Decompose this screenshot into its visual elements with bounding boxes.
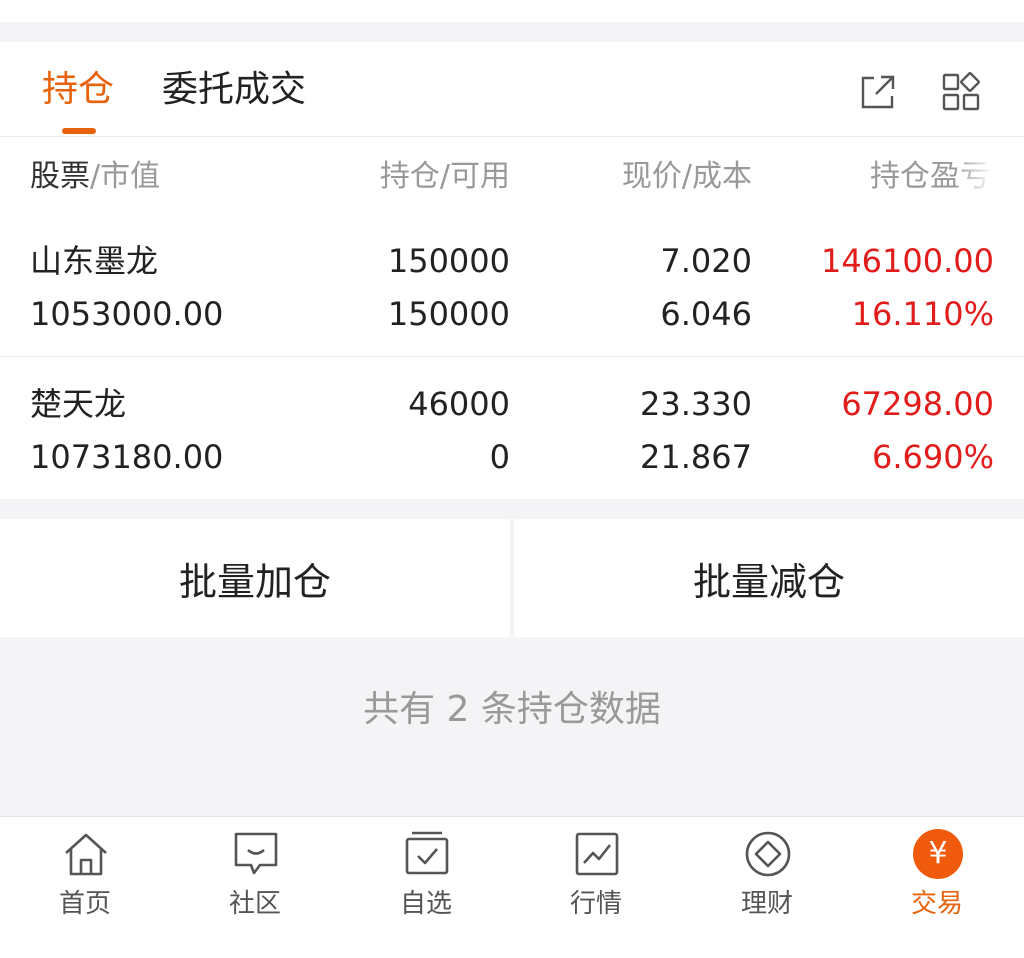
pnl-percent: 16.110%: [851, 295, 994, 333]
batch-actions: 批量加仓 批量减仓: [0, 519, 1024, 637]
active-tab-indicator: [62, 128, 96, 134]
bottom-nav: 首页 社区 自选 行情 理财 ¥ 交易: [0, 816, 1024, 958]
pnl-amount: 67298.00: [841, 385, 994, 423]
cost-price: 6.046: [660, 295, 752, 333]
watchlist-icon: [405, 831, 449, 875]
nav-item-market[interactable]: 行情: [511, 817, 681, 958]
column-header-stock[interactable]: 股票/市值: [30, 159, 160, 195]
column-fade: [954, 159, 994, 195]
table-row[interactable]: 楚天龙 1073180.00 46000 0 23.330 21.867 672…: [0, 357, 1024, 499]
pnl-percent: 6.690%: [871, 438, 994, 476]
position-qty: 150000: [387, 242, 510, 280]
column-header-stock-label: 股票: [30, 159, 90, 194]
nav-label: 社区: [228, 889, 281, 919]
current-price: 23.330: [640, 385, 752, 423]
pnl-amount: 146100.00: [820, 242, 994, 280]
nav-label: 交易: [910, 889, 963, 919]
available-qty: 0: [489, 438, 510, 476]
holdings-table: 股票/市值 持仓/可用 现价/成本 持仓盈亏 山东墨龙 1053000.00 1…: [0, 137, 1024, 499]
grid-icon[interactable]: [941, 72, 981, 112]
cost-price: 21.867: [640, 438, 752, 476]
nav-label: 首页: [58, 889, 111, 919]
table-row[interactable]: 山东墨龙 1053000.00 150000 150000 7.020 6.04…: [0, 214, 1024, 357]
nav-label: 理财: [740, 889, 793, 919]
batch-add-button[interactable]: 批量加仓: [0, 519, 510, 637]
tab-bar: 持仓 委托成交: [0, 42, 1024, 137]
batch-reduce-button[interactable]: 批量减仓: [514, 519, 1024, 637]
tab-holdings[interactable]: 持仓: [42, 70, 114, 110]
column-header-position[interactable]: 持仓/可用: [380, 159, 510, 195]
diamond-icon: [745, 831, 791, 877]
nav-item-wealth[interactable]: 理财: [682, 817, 852, 958]
home-icon: [65, 833, 107, 876]
stock-name: 山东墨龙: [30, 242, 159, 280]
yuan-icon: ¥: [913, 829, 963, 879]
market-value: 1053000.00: [30, 295, 224, 333]
nav-item-community[interactable]: 社区: [170, 817, 340, 958]
tab-orders-trades[interactable]: 委托成交: [162, 70, 306, 110]
market-value: 1073180.00: [30, 438, 224, 476]
stock-name: 楚天龙: [30, 385, 127, 423]
chat-icon: [234, 832, 278, 875]
chart-icon: [575, 832, 619, 876]
column-header-price-cost[interactable]: 现价/成本: [622, 159, 752, 195]
nav-label: 自选: [399, 889, 452, 919]
nav-item-watchlist[interactable]: 自选: [341, 817, 511, 958]
nav-label: 行情: [569, 889, 622, 919]
nav-item-home[interactable]: 首页: [0, 817, 170, 958]
current-price: 7.020: [660, 242, 752, 280]
available-qty: 150000: [387, 295, 510, 333]
top-spacer: [0, 0, 1024, 22]
column-header-pnl[interactable]: 持仓盈亏: [870, 159, 994, 195]
column-header-separator: /: [90, 159, 101, 194]
holdings-count: 共有 2 条持仓数据: [363, 689, 661, 730]
share-icon[interactable]: [858, 72, 898, 112]
column-header-market-value: 市值: [100, 159, 161, 194]
position-qty: 46000: [408, 385, 510, 423]
nav-item-trade[interactable]: ¥ 交易: [852, 817, 1022, 958]
